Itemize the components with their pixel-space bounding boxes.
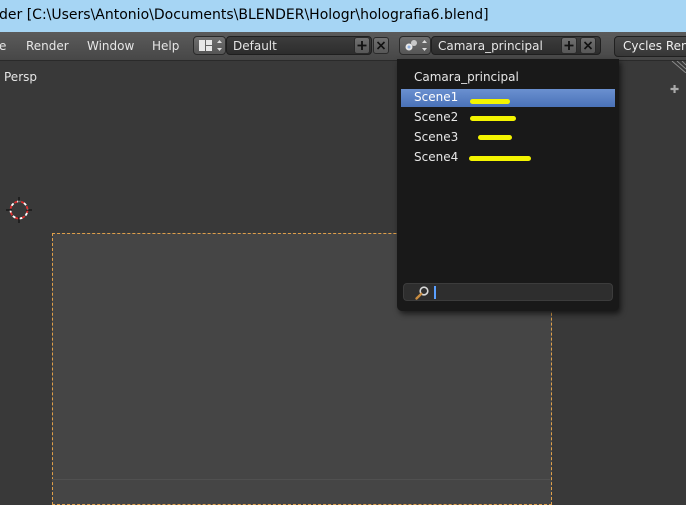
search-icon <box>415 286 429 300</box>
scene-name: Camara_principal <box>438 39 543 53</box>
window-title-bar: der [C:\Users\Antonio\Documents\BLENDER\… <box>0 0 686 32</box>
text-caret <box>434 286 436 299</box>
remove-layout-button[interactable] <box>373 37 389 54</box>
yellow-highlight-mark <box>469 156 531 161</box>
scene-option-label: Camara_principal <box>414 70 519 84</box>
yellow-highlight-mark <box>470 116 516 121</box>
screen-layout-icon <box>199 40 222 51</box>
scene-option-scene1[interactable]: Scene1 <box>401 89 615 107</box>
scene-icon <box>405 40 427 51</box>
info-header: e Render Window Help Default Camara_prin… <box>0 32 686 61</box>
camera-frame-inner-line <box>52 479 550 480</box>
menu-help[interactable]: Help <box>152 39 179 53</box>
remove-scene-button[interactable] <box>580 37 596 54</box>
scene-option-camara-principal[interactable]: Camara_principal <box>401 69 615 87</box>
close-icon <box>376 41 386 50</box>
scene-dropdown-menu: Camara_principal Scene1 Scene2 Scene3 Sc… <box>397 59 619 311</box>
screen-layout-selector-button[interactable] <box>193 36 226 55</box>
window-title: der [C:\Users\Antonio\Documents\BLENDER\… <box>0 7 489 23</box>
scene-selector-button[interactable] <box>399 36 431 55</box>
area-split-corner-icon[interactable] <box>668 61 686 73</box>
scene-search-field[interactable] <box>403 283 613 301</box>
yellow-highlight-mark <box>478 135 512 140</box>
screen-layout-name: Default <box>233 39 277 53</box>
close-icon <box>583 41 593 50</box>
properties-toggle-icon[interactable]: ✚ <box>670 83 679 96</box>
scene-option-label: Scene2 <box>414 110 459 124</box>
add-layout-button[interactable] <box>354 37 370 54</box>
menu-render[interactable]: Render <box>26 39 69 53</box>
menu-window[interactable]: Window <box>87 39 134 53</box>
plus-icon <box>357 41 367 50</box>
scene-option-label: Scene3 <box>414 130 459 144</box>
menu-file-partial[interactable]: e <box>0 39 6 53</box>
3d-cursor-icon <box>6 197 32 223</box>
plus-icon <box>564 41 574 50</box>
yellow-highlight-mark <box>470 99 510 104</box>
add-scene-button[interactable] <box>561 37 577 54</box>
render-engine-selector[interactable]: Cycles Render <box>614 36 686 57</box>
scene-option-label: Scene4 <box>414 150 459 164</box>
scene-option-label: Scene1 <box>414 90 459 104</box>
view-perspective-label: Persp <box>4 70 37 84</box>
